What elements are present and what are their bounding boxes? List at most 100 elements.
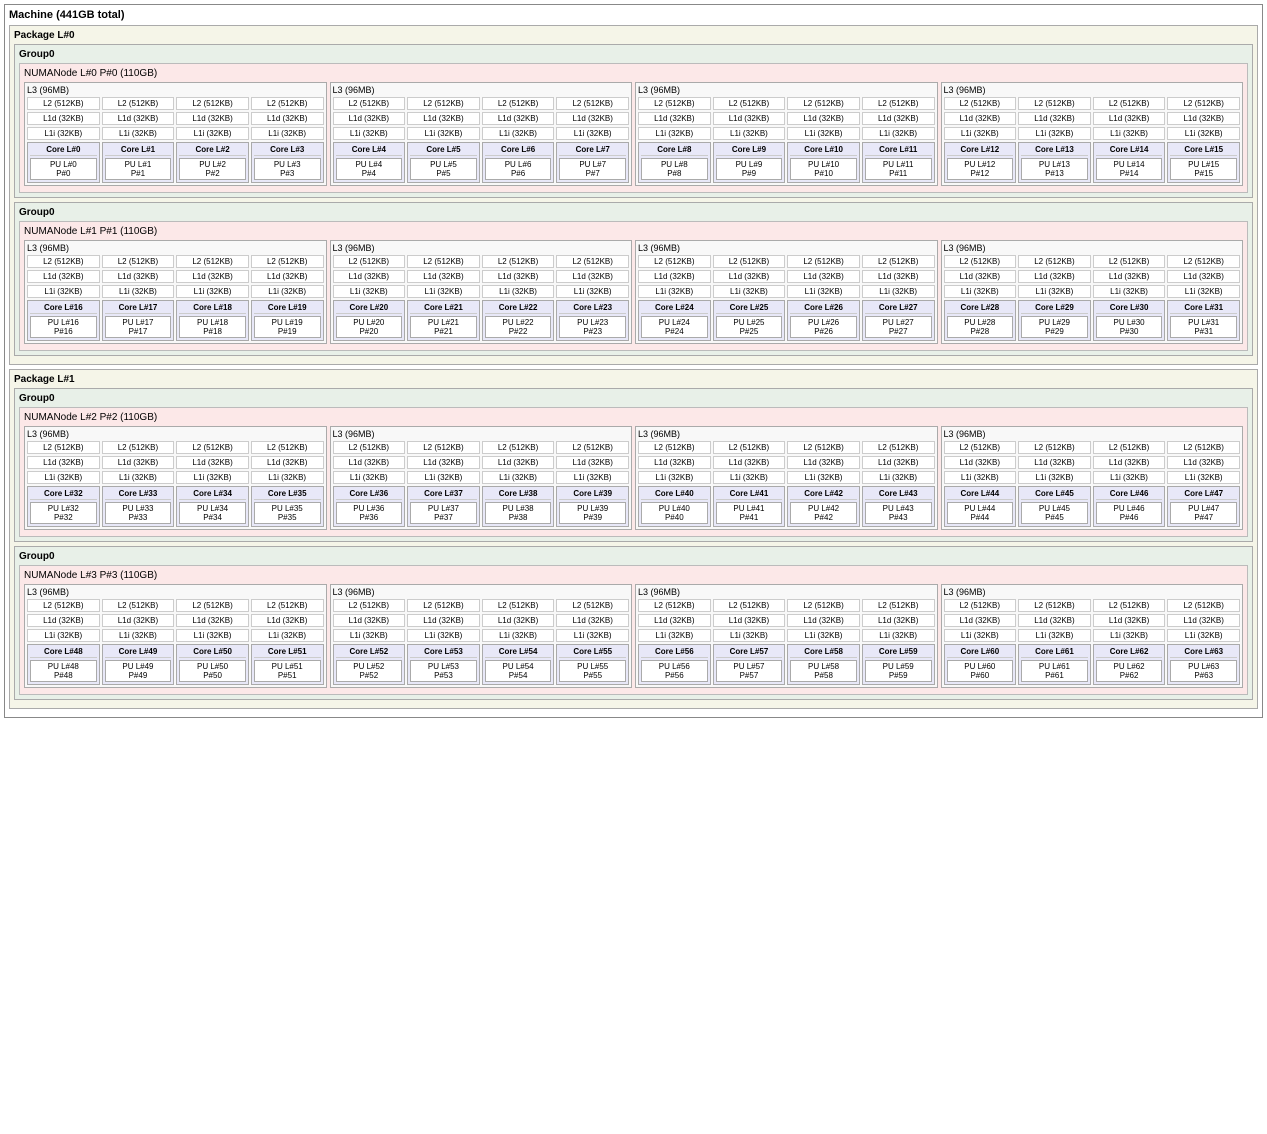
- core-label: Core L#33: [105, 489, 172, 500]
- core-box: Core L#24 PU L#24P#24: [638, 300, 711, 341]
- l2-cell: L2 (512KB): [1167, 97, 1240, 110]
- pu-box: PU L#38P#38: [485, 502, 552, 524]
- core-box: Core L#14PU L#14P#14: [1093, 142, 1166, 183]
- l1d-cell: L1d (32KB): [1167, 614, 1240, 627]
- l2-row: L2 (512KB)L2 (512KB)L2 (512KB)L2 (512KB): [638, 599, 935, 612]
- l2-row: L2 (512KB)L2 (512KB)L2 (512KB)L2 (512KB): [333, 255, 630, 268]
- l2-cell: L2 (512KB): [407, 255, 480, 268]
- l3-segment: L3 (96MB)L2 (512KB)L2 (512KB)L2 (512KB)L…: [330, 82, 633, 186]
- pu-box: PU L#15P#15: [1170, 158, 1237, 180]
- core-box: Core L#50PU L#50P#50: [176, 644, 249, 685]
- core-box: Core L#39PU L#39P#39: [556, 486, 629, 527]
- l2-cell: L2 (512KB): [1167, 255, 1240, 268]
- core-box: Core L#30PU L#30P#30: [1093, 300, 1166, 341]
- pu-box: PU L#52P#52: [336, 660, 403, 682]
- core-label: Core L#4: [336, 145, 403, 156]
- l1i-cell: L1i (32KB): [944, 471, 1017, 484]
- l2-cell: L2 (512KB): [176, 255, 249, 268]
- core-label: Core L#19: [254, 303, 321, 314]
- pu-box: PU L#58P#58: [790, 660, 857, 682]
- pu-box: PU L#0P#0: [30, 158, 97, 180]
- core-label: Core L#10: [790, 145, 857, 156]
- core-label: Core L#26: [790, 303, 857, 314]
- pu-box: PU L#16P#16: [30, 316, 97, 338]
- core-box: Core L#41PU L#41P#41: [713, 486, 786, 527]
- core-row: Core L#20PU L#20P#20Core L#21PU L#21P#21…: [333, 300, 630, 341]
- machine-box: Machine (441GB total) Package L#0Group0N…: [4, 4, 1263, 718]
- pu-box: PU L#11P#11: [865, 158, 932, 180]
- l1i-cell: L1i (32KB): [27, 471, 100, 484]
- l2-cell: L2 (512KB): [556, 255, 629, 268]
- l2-cell: L2 (512KB): [1018, 441, 1091, 454]
- pu-box: PU L#62P#62: [1096, 660, 1163, 682]
- l1d-row: L1d (32KB)L1d (32KB)L1d (32KB)L1d (32KB): [27, 270, 324, 283]
- core-box: Core L#13PU L#13P#13: [1018, 142, 1091, 183]
- pu-box: PU L#24P#24: [641, 316, 708, 338]
- core-box: Core L#60PU L#60P#60: [944, 644, 1017, 685]
- group-title: Group0: [19, 49, 1248, 60]
- l1d-cell: L1d (32KB): [944, 112, 1017, 125]
- core-box: Core L#61PU L#61P#61: [1018, 644, 1091, 685]
- core-box: Core L#7PU L#7P#7: [556, 142, 629, 183]
- core-box: Core L#63PU L#63P#63: [1167, 644, 1240, 685]
- l2-cell: L2 (512KB): [251, 255, 324, 268]
- l2-cell: L2 (512KB): [1018, 255, 1091, 268]
- l1d-cell: L1d (32KB): [638, 270, 711, 283]
- l3-segment: L3 (96MB)L2 (512KB)L2 (512KB)L2 (512KB)L…: [635, 584, 938, 688]
- pu-box: PU L#17P#17: [105, 316, 172, 338]
- l1d-cell: L1d (32KB): [407, 614, 480, 627]
- l1i-row: L1i (32KB)L1i (32KB)L1i (32KB)L1i (32KB): [333, 127, 630, 140]
- l2-cell: L2 (512KB): [27, 255, 100, 268]
- pu-box: PU L#26P#26: [790, 316, 857, 338]
- core-box: Core L#37PU L#37P#37: [407, 486, 480, 527]
- core-box: Core L#59PU L#59P#59: [862, 644, 935, 685]
- l1d-cell: L1d (32KB): [251, 270, 324, 283]
- l3-segment: L3 (96MB)L2 (512KB)L2 (512KB)L2 (512KB)L…: [24, 240, 327, 344]
- numa-box: NUMANode L#0 P#0 (110GB)L3 (96MB)L2 (512…: [19, 63, 1248, 193]
- l3-segment-label: L3 (96MB): [638, 85, 935, 95]
- l1i-cell: L1i (32KB): [176, 127, 249, 140]
- core-label: Core L#24: [641, 303, 708, 314]
- l1d-row: L1d (32KB)L1d (32KB)L1d (32KB)L1d (32KB): [333, 614, 630, 627]
- numa-box: NUMANode L#3 P#3 (110GB)L3 (96MB)L2 (512…: [19, 565, 1248, 695]
- core-box: Core L#6PU L#6P#6: [482, 142, 555, 183]
- pu-box: PU L#19P#19: [254, 316, 321, 338]
- core-box: Core L#53PU L#53P#53: [407, 644, 480, 685]
- core-label: Core L#20: [336, 303, 403, 314]
- l3-segment: L3 (96MB)L2 (512KB)L2 (512KB)L2 (512KB)L…: [635, 240, 938, 344]
- l1d-row: L1d (32KB)L1d (32KB)L1d (32KB)L1d (32KB): [638, 270, 935, 283]
- l3-segment: L3 (96MB)L2 (512KB)L2 (512KB)L2 (512KB)L…: [635, 82, 938, 186]
- pu-box: PU L#4P#4: [336, 158, 403, 180]
- core-label: Core L#30: [1096, 303, 1163, 314]
- core-box: Core L#22PU L#22P#22: [482, 300, 555, 341]
- l3-segment-label: L3 (96MB): [638, 429, 935, 439]
- l1d-cell: L1d (32KB): [176, 614, 249, 627]
- l2-cell: L2 (512KB): [102, 599, 175, 612]
- l2-row: L2 (512KB)L2 (512KB)L2 (512KB)L2 (512KB): [638, 441, 935, 454]
- l3-segment: L3 (96MB)L2 (512KB)L2 (512KB)L2 (512KB)L…: [330, 426, 633, 530]
- l1i-cell: L1i (32KB): [1093, 285, 1166, 298]
- l1d-cell: L1d (32KB): [176, 456, 249, 469]
- core-box: Core L#17PU L#17P#17: [102, 300, 175, 341]
- core-label: Core L#42: [790, 489, 857, 500]
- l1d-cell: L1d (32KB): [407, 112, 480, 125]
- core-box: Core L#38PU L#38P#38: [482, 486, 555, 527]
- l1d-row: L1d (32KB)L1d (32KB)L1d (32KB)L1d (32KB): [333, 112, 630, 125]
- l1i-cell: L1i (32KB): [862, 629, 935, 642]
- l1d-cell: L1d (32KB): [787, 270, 860, 283]
- l2-row: L2 (512KB)L2 (512KB)L2 (512KB)L2 (512KB): [333, 441, 630, 454]
- core-box: Core L#35PU L#35P#35: [251, 486, 324, 527]
- pu-box: PU L#54P#54: [485, 660, 552, 682]
- l1i-cell: L1i (32KB): [333, 629, 406, 642]
- l1d-cell: L1d (32KB): [1018, 614, 1091, 627]
- numa-box: NUMANode L#2 P#2 (110GB)L3 (96MB)L2 (512…: [19, 407, 1248, 537]
- pu-box: PU L#2P#2: [179, 158, 246, 180]
- l1d-cell: L1d (32KB): [1167, 112, 1240, 125]
- pu-box: PU L#8P#8: [641, 158, 708, 180]
- core-box: Core L#0PU L#0P#0: [27, 142, 100, 183]
- pu-box: PU L#7P#7: [559, 158, 626, 180]
- l2-cell: L2 (512KB): [1093, 255, 1166, 268]
- core-label: Core L#9: [716, 145, 783, 156]
- l3-segment: L3 (96MB)L2 (512KB)L2 (512KB)L2 (512KB)L…: [24, 82, 327, 186]
- pu-box: PU L#28P#28: [947, 316, 1014, 338]
